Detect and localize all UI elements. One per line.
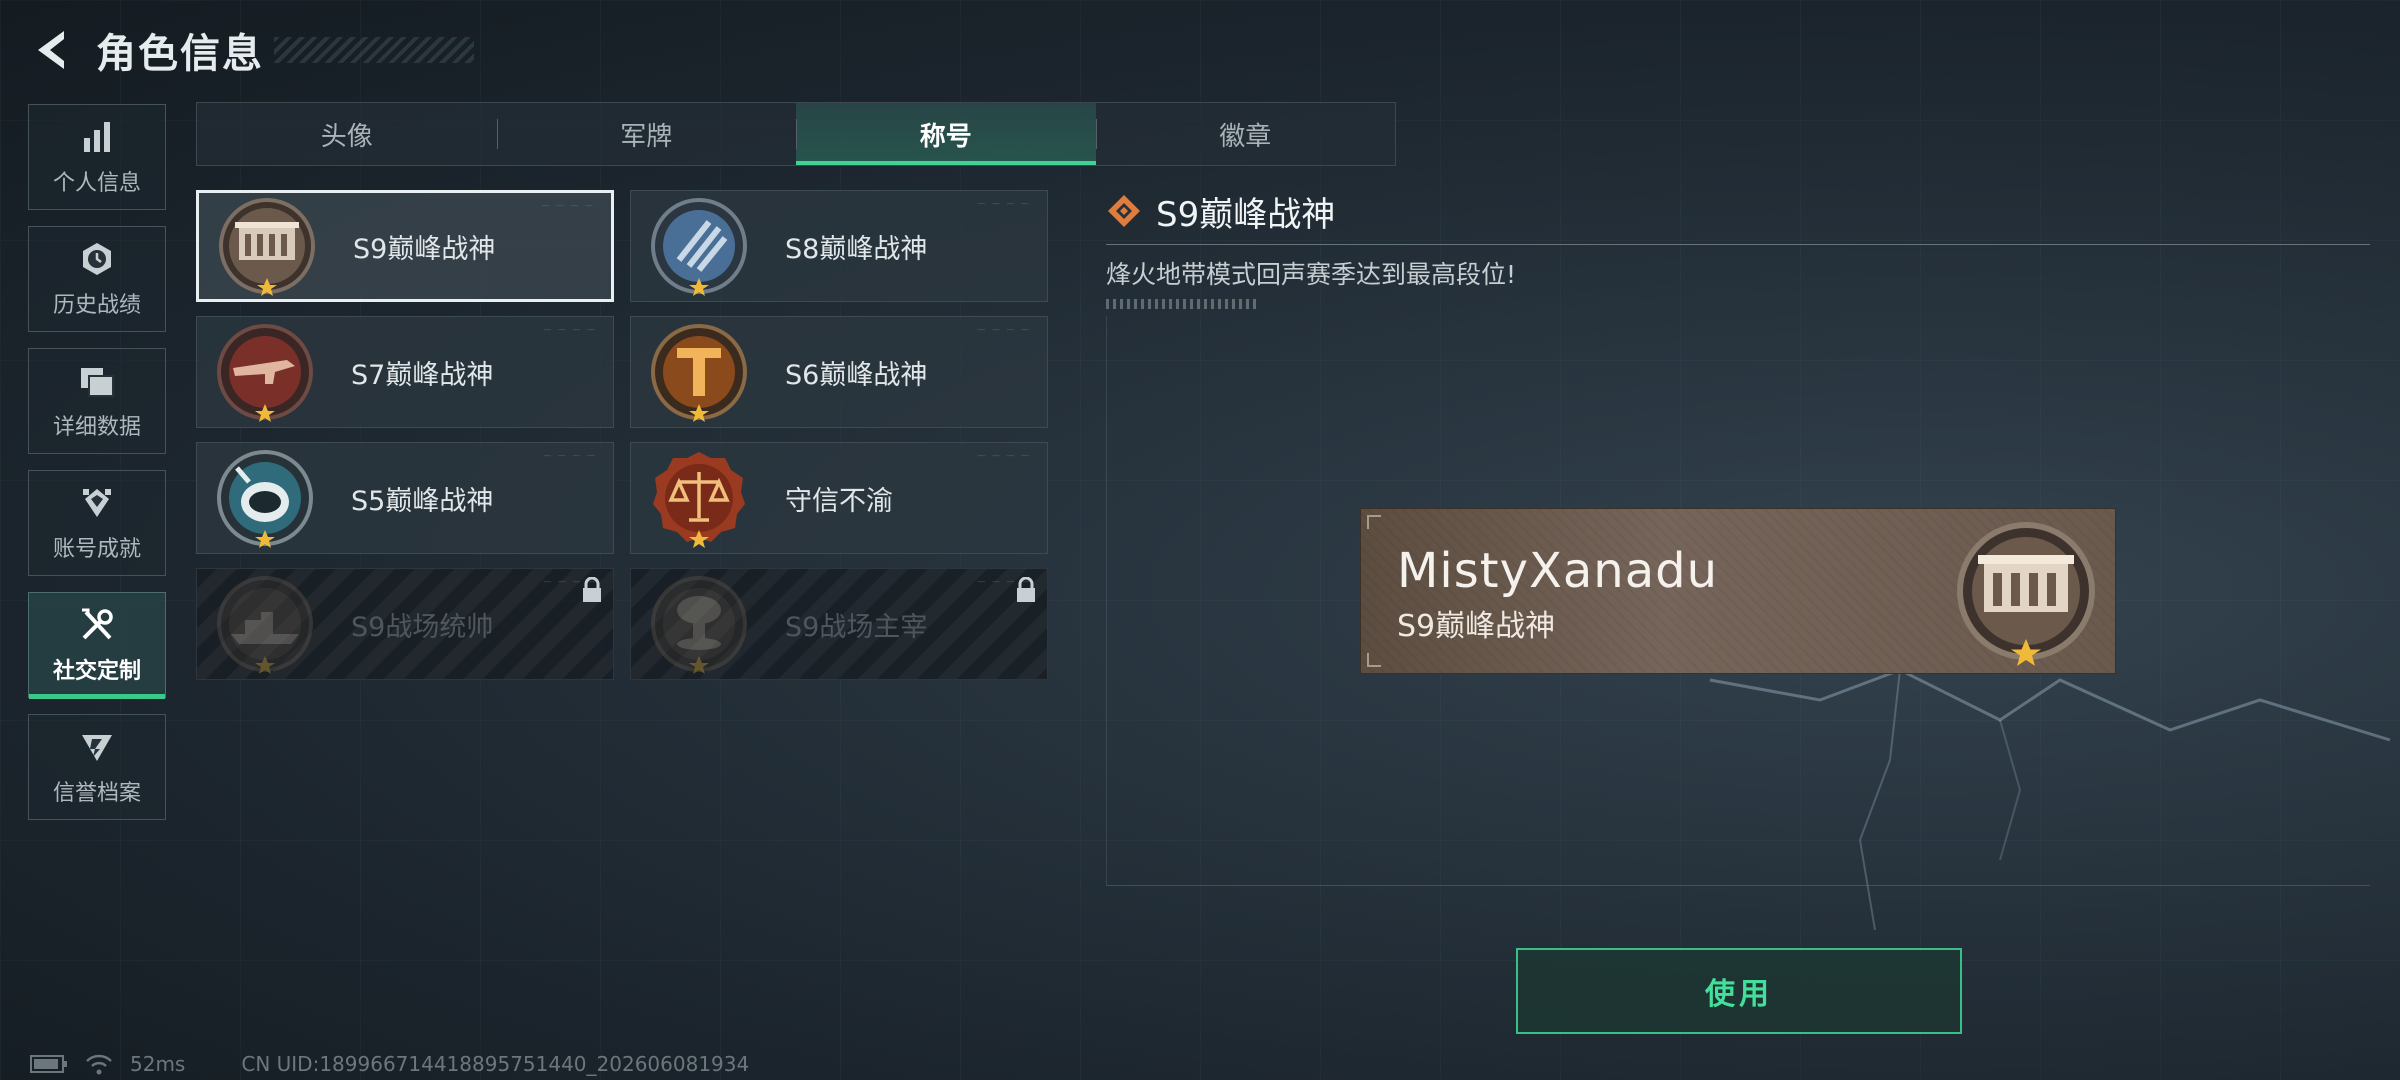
lock-icon (1017, 577, 1035, 602)
sidebar-item-label: 历史战绩 (52, 293, 141, 318)
preview-title: S9巅峰战神 (1397, 609, 1556, 644)
back-arrow-icon (38, 31, 64, 69)
use-button[interactable]: 使用 (1516, 948, 1962, 1034)
sidebar-item-label: 详细数据 (52, 415, 141, 440)
scales-medal-icon (653, 452, 745, 548)
title-label: S7巅峰战神 (351, 359, 494, 391)
sidebar-item-label: 账号成就 (52, 537, 141, 562)
sidebar-item-details[interactable]: 详细数据 (28, 348, 166, 454)
detail-title: S9巅峰战神 (1156, 194, 1336, 235)
mushroom-cloud-medal-icon (651, 576, 747, 674)
category-tabs: 头像 军牌 称号 徽章 (196, 102, 1396, 166)
title-label: S9巅峰战神 (353, 233, 496, 265)
page-title: 角色信息 (96, 31, 264, 77)
diver-helmet-medal-icon (217, 450, 313, 548)
title-preview-banner: MistyXanadu S9巅峰战神 (1360, 508, 2116, 674)
diamond-icon (1108, 195, 1140, 227)
folder-stack-icon (77, 361, 117, 401)
detail-description: 烽火地带模式回声赛季达到最高段位! (1106, 260, 1517, 289)
title-card[interactable]: 守信不渝 (630, 442, 1048, 554)
detail-tick-decoration (1106, 299, 1256, 309)
title-card[interactable]: S8巅峰战神 (630, 190, 1048, 302)
tab-title[interactable]: 称号 (796, 103, 1096, 165)
bar-chart-icon (77, 117, 117, 157)
title-label: 守信不渝 (785, 485, 893, 517)
uid-text: CN UID:18996671441889575144​0_2026060819… (241, 1052, 750, 1076)
sidebar-item-achievements[interactable]: 账号成就 (28, 470, 166, 576)
fortress-medal-icon (219, 198, 315, 296)
title-label: S9战场主宰 (785, 611, 928, 643)
title-label: S8巅峰战神 (785, 233, 928, 265)
blue-slash-medal-icon (651, 198, 747, 296)
title-list: S9巅峰战神 S8巅峰战神 S7巅峰战神 S6巅峰战神 (196, 190, 1048, 680)
sidebar-item-reputation[interactable]: 信誉档案 (28, 714, 166, 820)
fortress-medal-icon (1957, 522, 2095, 666)
clock-badge-icon (77, 239, 117, 279)
lock-icon (583, 577, 601, 602)
reputation-shield-icon (77, 727, 117, 767)
title-card[interactable]: S5巅峰战神 (196, 442, 614, 554)
title-card[interactable]: S7巅峰战神 (196, 316, 614, 428)
sidebar-item-history[interactable]: 历史战绩 (28, 226, 166, 332)
sidebar-item-label: 社交定制 (52, 659, 141, 684)
sidebar-item-label: 个人信息 (52, 171, 141, 196)
title-card[interactable]: S6巅峰战神 (630, 316, 1048, 428)
battery-icon (30, 1055, 67, 1073)
title-detail-panel: S9巅峰战神 烽火地带模式回声赛季达到最高段位! (1106, 186, 2370, 309)
sidebar: 个人信息 历史战绩 详细数据 账号成就 社交定制 信誉档案 (28, 104, 166, 836)
ping-text: 52ms (130, 1052, 186, 1076)
red-gun-medal-icon (217, 324, 313, 422)
sidebar-item-social-custom[interactable]: 社交定制 (28, 592, 166, 699)
achievement-icon (77, 483, 117, 523)
detail-header: S9巅峰战神 (1106, 186, 2370, 236)
detail-divider (1106, 244, 2370, 245)
title-card-locked[interactable]: S9战场统帅 (196, 568, 614, 680)
corner-decoration (1367, 515, 1381, 529)
preview-player-name: MistyXanadu (1397, 543, 1719, 599)
sidebar-item-label: 信誉档案 (52, 781, 141, 806)
title-stripes-decoration (274, 37, 474, 63)
wrench-screwdriver-icon (77, 605, 117, 645)
use-button-label: 使用 (1705, 977, 1773, 1012)
wifi-icon (86, 1054, 112, 1075)
back-button[interactable] (28, 22, 72, 78)
sidebar-item-profile[interactable]: 个人信息 (28, 104, 166, 210)
tab-badge[interactable]: 徽章 (1095, 103, 1396, 165)
orange-t-medal-icon (651, 324, 747, 422)
title-card-locked[interactable]: S9战场主宰 (630, 568, 1048, 680)
corner-decoration (1367, 653, 1381, 667)
title-label: S6巅峰战神 (785, 359, 928, 391)
warship-medal-icon (217, 576, 313, 674)
status-footer: 52ms CN UID:18996671441889575144​0_20260… (30, 1052, 749, 1076)
title-label: S5巅峰战神 (351, 485, 494, 517)
title-label: S9战场统帅 (351, 611, 494, 643)
title-card[interactable]: S9巅峰战神 (196, 190, 614, 302)
tab-dogtag[interactable]: 军牌 (496, 103, 797, 165)
tab-avatar[interactable]: 头像 (197, 103, 497, 165)
header: 角色信息 (28, 22, 474, 78)
